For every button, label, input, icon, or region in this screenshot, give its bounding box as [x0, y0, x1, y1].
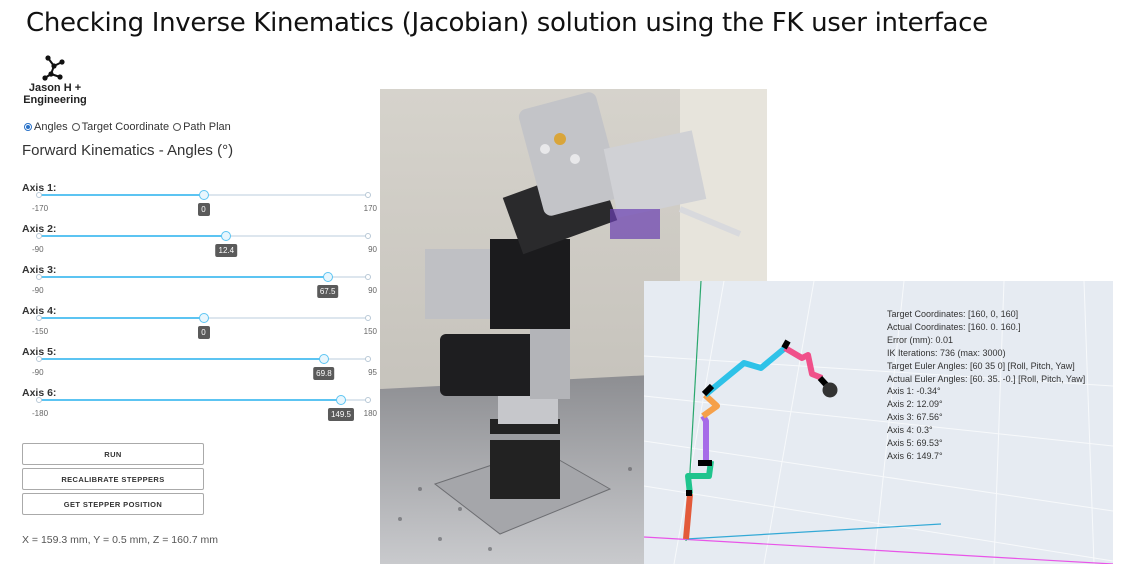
slider-fill	[38, 317, 204, 319]
slider-value: 0	[197, 326, 210, 339]
slider-min-dot	[36, 397, 42, 403]
slider-min-label: -170	[32, 204, 49, 213]
slider-value: 149.5	[327, 408, 354, 421]
end-effector-target	[822, 382, 838, 398]
axis-6-angle: Axis 6: 149.7°	[887, 450, 943, 461]
slider-handle[interactable]	[221, 231, 232, 241]
position-readout: X = 159.3 mm, Y = 0.5 mm, Z = 160.7 mm	[22, 534, 218, 546]
slider-min-label: -180	[32, 409, 49, 418]
mode-path-plan[interactable]: Path Plan	[173, 121, 231, 133]
mode-target-coordinate[interactable]: Target Coordinate	[71, 121, 170, 133]
slider-value: 12.4	[215, 244, 238, 257]
axis-6-slider-group: Axis 6: 149.5 -180 180	[22, 387, 377, 427]
slider-min-dot	[36, 274, 42, 280]
ik-plot-panel: Target Coordinates: [160, 0, 160] Actual…	[644, 281, 1113, 564]
slider-handle[interactable]	[198, 313, 209, 323]
radio-unchecked-icon[interactable]	[71, 123, 80, 131]
slider-min-label: -150	[32, 327, 49, 336]
axis-5-angle: Axis 5: 69.53°	[887, 438, 943, 449]
mode-angles[interactable]: Angles	[24, 121, 68, 133]
x-axis-line	[644, 536, 1113, 564]
slider-handle[interactable]	[318, 354, 329, 364]
slider-max-label: 95	[368, 368, 377, 377]
mode-selector: Angles Target Coordinate Path Plan	[24, 121, 231, 133]
y-axis-line	[685, 523, 942, 540]
slider-handle[interactable]	[198, 190, 209, 200]
target-euler-angles: Target Euler Angles: [60 35 0] [Roll, Pi…	[887, 360, 1075, 371]
slider-value: 0	[197, 203, 210, 216]
slider-handle[interactable]	[335, 395, 346, 405]
link-1	[683, 493, 693, 540]
slider-fill	[38, 276, 328, 278]
mode-path-plan-label: Path Plan	[183, 121, 231, 133]
axis-2-angle: Axis 2: 12.09°	[887, 399, 943, 410]
slider-value: 67.5	[316, 285, 339, 298]
axis-2-slider-group: Axis 2: 12.4 -90 90	[22, 223, 377, 263]
axis-1-angle: Axis 1: -0.34°	[887, 386, 941, 397]
slider-handle[interactable]	[322, 272, 333, 282]
logo-line-1: Jason H +	[28, 82, 82, 94]
recalibrate-steppers-button[interactable]: RECALIBRATE STEPPERS	[22, 468, 204, 490]
mode-angles-label: Angles	[34, 121, 68, 133]
slider-fill	[38, 358, 324, 360]
section-title: Forward Kinematics - Angles (°)	[22, 142, 234, 159]
axis-4-slider-group: Axis 4: 0 -150 150	[22, 305, 377, 345]
mode-target-coordinate-label: Target Coordinate	[81, 121, 170, 133]
axis-3-slider-group: Axis 3: 67.5 -90 90	[22, 264, 377, 304]
slider-min-dot	[36, 315, 42, 321]
radio-unchecked-icon[interactable]	[173, 123, 182, 131]
slider-max-label: 150	[363, 327, 377, 336]
get-stepper-position-button[interactable]: GET STEPPER POSITION	[22, 493, 204, 515]
slider-max-label: 90	[368, 286, 377, 295]
slider-max-label: 180	[363, 409, 377, 418]
slider-max-dot	[365, 233, 371, 239]
slider-max-dot	[365, 274, 371, 280]
slider-min-dot	[36, 356, 42, 362]
link-3	[700, 414, 709, 461]
link-5	[703, 345, 787, 398]
slider-max-dot	[365, 397, 371, 403]
slider-max-dot	[365, 315, 371, 321]
slider-fill	[38, 235, 227, 237]
slider-track[interactable]	[36, 313, 371, 323]
axis-5-slider-group: Axis 5: 69.8 -90 95	[22, 346, 377, 386]
slider-min-dot	[36, 192, 42, 198]
slider-min-label: -90	[32, 368, 44, 377]
ik-iterations: IK Iterations: 736 (max: 3000)	[887, 347, 1006, 358]
slider-max-label: 170	[363, 204, 377, 213]
slider-fill	[38, 194, 204, 196]
slider-track[interactable]	[36, 272, 371, 282]
run-button[interactable]: RUN	[22, 443, 204, 465]
slider-max-label: 90	[368, 245, 377, 254]
slide-title: Checking Inverse Kinematics (Jacobian) s…	[26, 8, 988, 38]
error-readout: Error (mm): 0.01	[887, 334, 954, 345]
slider-value: 69.8	[313, 367, 335, 380]
slider-max-dot	[365, 192, 371, 198]
actual-euler-angles: Actual Euler Angles: [60. 35. -0.] [Roll…	[887, 373, 1086, 384]
slider-fill	[38, 399, 341, 401]
slider-min-label: -90	[32, 245, 44, 254]
molecule-icon	[42, 55, 65, 81]
brand-logo: Jason H + Engineering	[22, 54, 88, 106]
axis-3-angle: Axis 3: 67.56°	[887, 412, 943, 423]
slider-track[interactable]	[36, 395, 371, 405]
slider-track[interactable]	[36, 190, 371, 200]
target-coordinates: Target Coordinates: [160, 0, 160]	[887, 309, 1019, 319]
link-6	[783, 345, 824, 381]
slider-max-dot	[365, 356, 371, 362]
slider-min-label: -90	[32, 286, 44, 295]
link-4	[701, 392, 720, 419]
slider-track[interactable]	[36, 354, 371, 364]
slider-min-dot	[36, 233, 42, 239]
actual-coordinates: Actual Coordinates: [160. 0. 160.]	[887, 321, 1021, 332]
radio-checked-icon[interactable]	[24, 123, 32, 131]
axis-4-angle: Axis 4: 0.3°	[887, 425, 933, 436]
slider-track[interactable]	[36, 231, 371, 241]
axis-1-slider-group: Axis 1: 0 -170 170	[22, 182, 377, 222]
ik-info-panel: Target Coordinates: [160, 0, 160] Actual…	[887, 308, 1085, 463]
logo-line-2: Engineering	[23, 94, 87, 106]
